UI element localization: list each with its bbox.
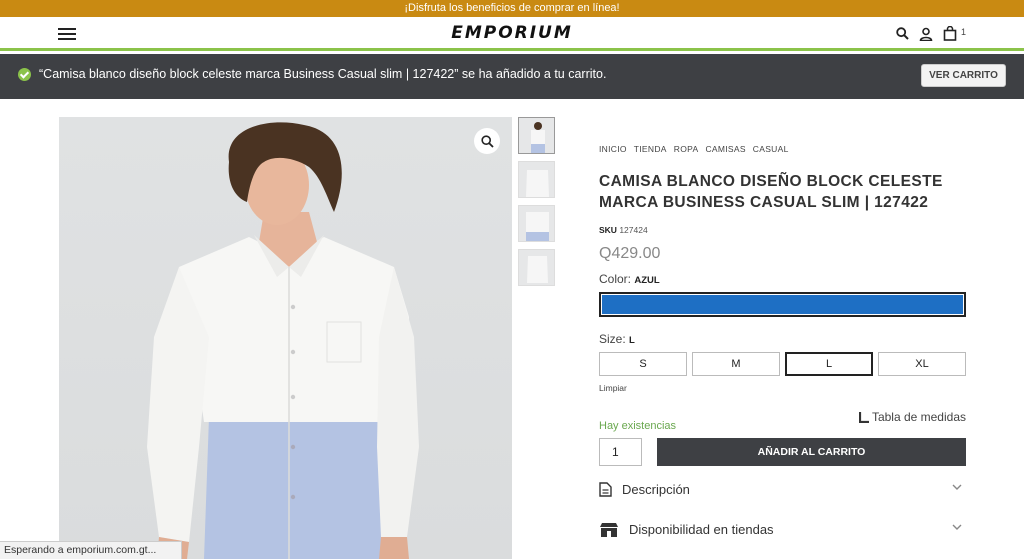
accordion-description[interactable]: Descripción bbox=[599, 472, 966, 506]
size-chart-link[interactable]: Tabla de medidas bbox=[858, 410, 966, 424]
product-sku: SKU 127424 bbox=[599, 225, 648, 235]
breadcrumb: INICIO TIENDA ROPA CAMISAS CASUAL bbox=[599, 144, 966, 154]
model-shirt-illustration bbox=[147, 122, 419, 559]
size-option-xl[interactable]: XL bbox=[878, 352, 967, 376]
ruler-icon bbox=[858, 411, 869, 423]
size-label: Size: L bbox=[599, 332, 635, 346]
store-icon bbox=[600, 522, 618, 537]
accordion-store-availability[interactable]: Disponibilidad en tiendas bbox=[599, 512, 966, 546]
document-icon bbox=[599, 481, 612, 497]
zoom-button[interactable] bbox=[474, 128, 500, 154]
promo-bar: ¡Disfruta los beneficios de comprar en l… bbox=[0, 0, 1024, 17]
product-title: CAMISA BLANCO DISEÑO BLOCK CELESTE MARCA… bbox=[599, 173, 943, 211]
account-icon[interactable] bbox=[919, 27, 933, 41]
breadcrumb-link[interactable]: CAMISAS bbox=[705, 144, 745, 154]
product-price: Q429.00 bbox=[599, 245, 661, 262]
cart-count: 1 bbox=[960, 26, 966, 37]
breadcrumb-link[interactable]: INICIO bbox=[599, 144, 627, 154]
cart-icon[interactable] bbox=[943, 26, 957, 41]
size-option-s[interactable]: S bbox=[599, 352, 687, 376]
color-label: Color: AZUL bbox=[599, 272, 660, 286]
product-main-image[interactable] bbox=[59, 117, 512, 559]
thumbnail[interactable] bbox=[518, 117, 555, 154]
size-option-m[interactable]: M bbox=[692, 352, 780, 376]
quantity-input[interactable]: 1 bbox=[599, 438, 642, 466]
thumbnail[interactable] bbox=[518, 205, 555, 242]
breadcrumb-link[interactable]: TIENDA bbox=[634, 144, 667, 154]
stock-status: Hay existencias bbox=[599, 420, 677, 432]
thumbnail[interactable] bbox=[518, 161, 555, 198]
chevron-down-icon bbox=[952, 524, 962, 530]
thumbnail[interactable] bbox=[518, 249, 555, 286]
browser-status-bar: Esperando a emporium.com.gt... bbox=[0, 541, 182, 559]
thumbnail-strip bbox=[518, 117, 555, 293]
site-header: EMPORIUM 1 bbox=[0, 17, 1024, 51]
breadcrumb-link[interactable]: ROPA bbox=[674, 144, 699, 154]
chevron-down-icon bbox=[952, 484, 962, 490]
size-options: S M L XL bbox=[599, 352, 967, 376]
color-swatch-azul[interactable] bbox=[599, 292, 966, 317]
notice-message: “Camisa blanco diseño block celeste marc… bbox=[39, 67, 607, 81]
size-option-l[interactable]: L bbox=[785, 352, 874, 376]
view-cart-button[interactable]: VER CARRITO bbox=[921, 64, 1006, 87]
clear-selection-link[interactable]: Limpiar bbox=[599, 383, 627, 393]
cart-notice: “Camisa blanco diseño block celeste marc… bbox=[0, 54, 1024, 99]
add-to-cart-button[interactable]: AÑADIR AL CARRITO bbox=[657, 438, 966, 466]
zoom-icon bbox=[480, 134, 494, 148]
product-info: INICIO TIENDA ROPA CAMISAS CASUAL CAMISA… bbox=[599, 144, 967, 546]
breadcrumb-link[interactable]: CASUAL bbox=[753, 144, 789, 154]
check-icon bbox=[18, 67, 31, 81]
search-icon[interactable] bbox=[896, 27, 909, 40]
site-logo[interactable]: EMPORIUM bbox=[0, 23, 1024, 43]
